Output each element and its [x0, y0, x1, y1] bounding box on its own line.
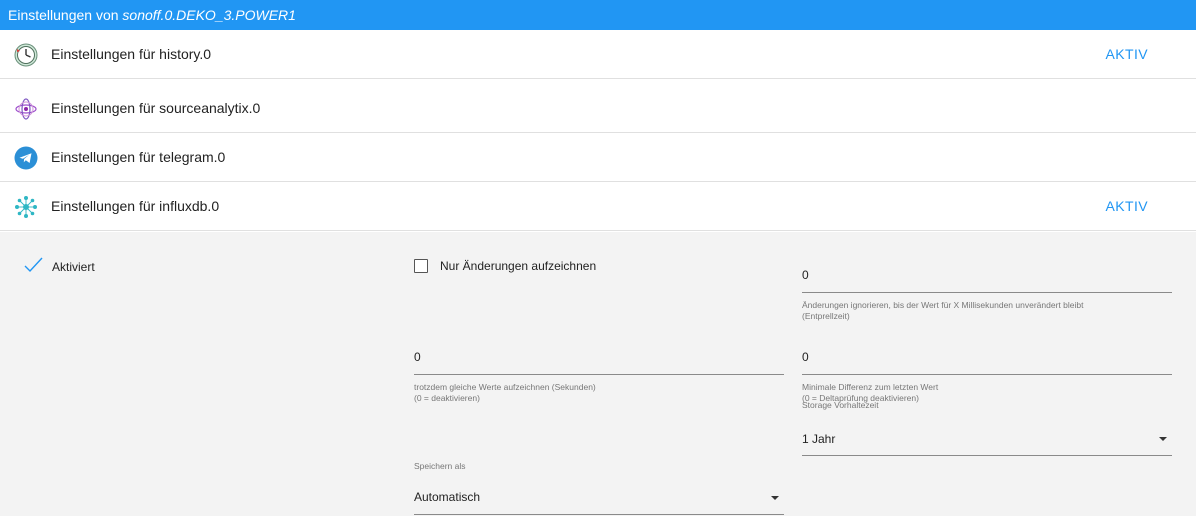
same-values-input[interactable]: 0 — [414, 350, 421, 364]
influxdb-icon — [15, 196, 37, 218]
same-values-underline — [414, 374, 784, 375]
chevron-down-icon[interactable] — [771, 496, 779, 500]
adapter-row-history[interactable]: Einstellungen für history.0 AKTIV — [0, 30, 1196, 79]
same-values-helper: trotzdem gleiche Werte aufzeichnen (Seku… — [414, 382, 784, 404]
titlebar-prefix: Einstellungen von — [8, 7, 123, 23]
debounce-helper: Änderungen ignorieren, bis der Wert für … — [802, 300, 1172, 322]
adapter-label: Einstellungen für sourceanalytix.0 — [51, 100, 261, 116]
retention-caption: Storage Vorhaltezeit — [802, 400, 879, 410]
adapter-row-influxdb[interactable]: Einstellungen für influxdb.0 AKTIV — [0, 182, 1196, 231]
sourceanalytix-icon — [15, 98, 37, 120]
store-as-caption: Speichern als — [414, 461, 466, 471]
dialog-titlebar: Einstellungen von sonoff.0.DEKO_3.POWER1 — [0, 0, 1196, 30]
only-changes-label: Nur Änderungen aufzeichnen — [440, 259, 597, 273]
helper-line: trotzdem gleiche Werte aufzeichnen (Seku… — [414, 382, 596, 392]
only-changes-checkbox[interactable] — [414, 259, 428, 273]
store-as-underline — [414, 514, 784, 515]
adapter-label: Einstellungen für influxdb.0 — [51, 198, 220, 214]
retention-underline — [802, 455, 1172, 456]
helper-line: (0 = deaktivieren) — [414, 393, 480, 403]
adapter-label: Einstellungen für telegram.0 — [51, 149, 226, 165]
helper-line: Änderungen ignorieren, bis der Wert für … — [802, 300, 1084, 310]
influxdb-settings-panel: Aktiviert Nur Änderungen aufzeichnen 0 Ä… — [0, 232, 1196, 516]
helper-line: Minimale Differenz zum letzten Wert — [802, 382, 939, 392]
history-clock-icon — [14, 43, 38, 67]
debounce-underline — [802, 292, 1172, 293]
check-icon[interactable] — [24, 257, 44, 273]
retention-value: 1 Jahr — [802, 432, 836, 446]
telegram-icon — [14, 146, 38, 170]
adapter-row-telegram[interactable]: Einstellungen für telegram.0 — [0, 133, 1196, 182]
adapter-label: Einstellungen für history.0 — [51, 46, 212, 62]
enabled-label: Aktiviert — [52, 260, 95, 274]
helper-line: (Entprellzeit) — [802, 311, 850, 321]
adapter-row-sourceanalytix[interactable]: Einstellungen für sourceanalytix.0 — [0, 84, 1196, 133]
chevron-down-icon[interactable] — [1159, 437, 1167, 441]
status-badge: AKTIV — [1105, 198, 1148, 214]
store-as-value: Automatisch — [414, 490, 481, 504]
min-diff-underline — [802, 374, 1172, 375]
titlebar-object-id: sonoff.0.DEKO_3.POWER1 — [122, 7, 296, 23]
debounce-input[interactable]: 0 — [802, 268, 809, 282]
status-badge: AKTIV — [1105, 46, 1148, 62]
min-diff-input[interactable]: 0 — [802, 350, 809, 364]
